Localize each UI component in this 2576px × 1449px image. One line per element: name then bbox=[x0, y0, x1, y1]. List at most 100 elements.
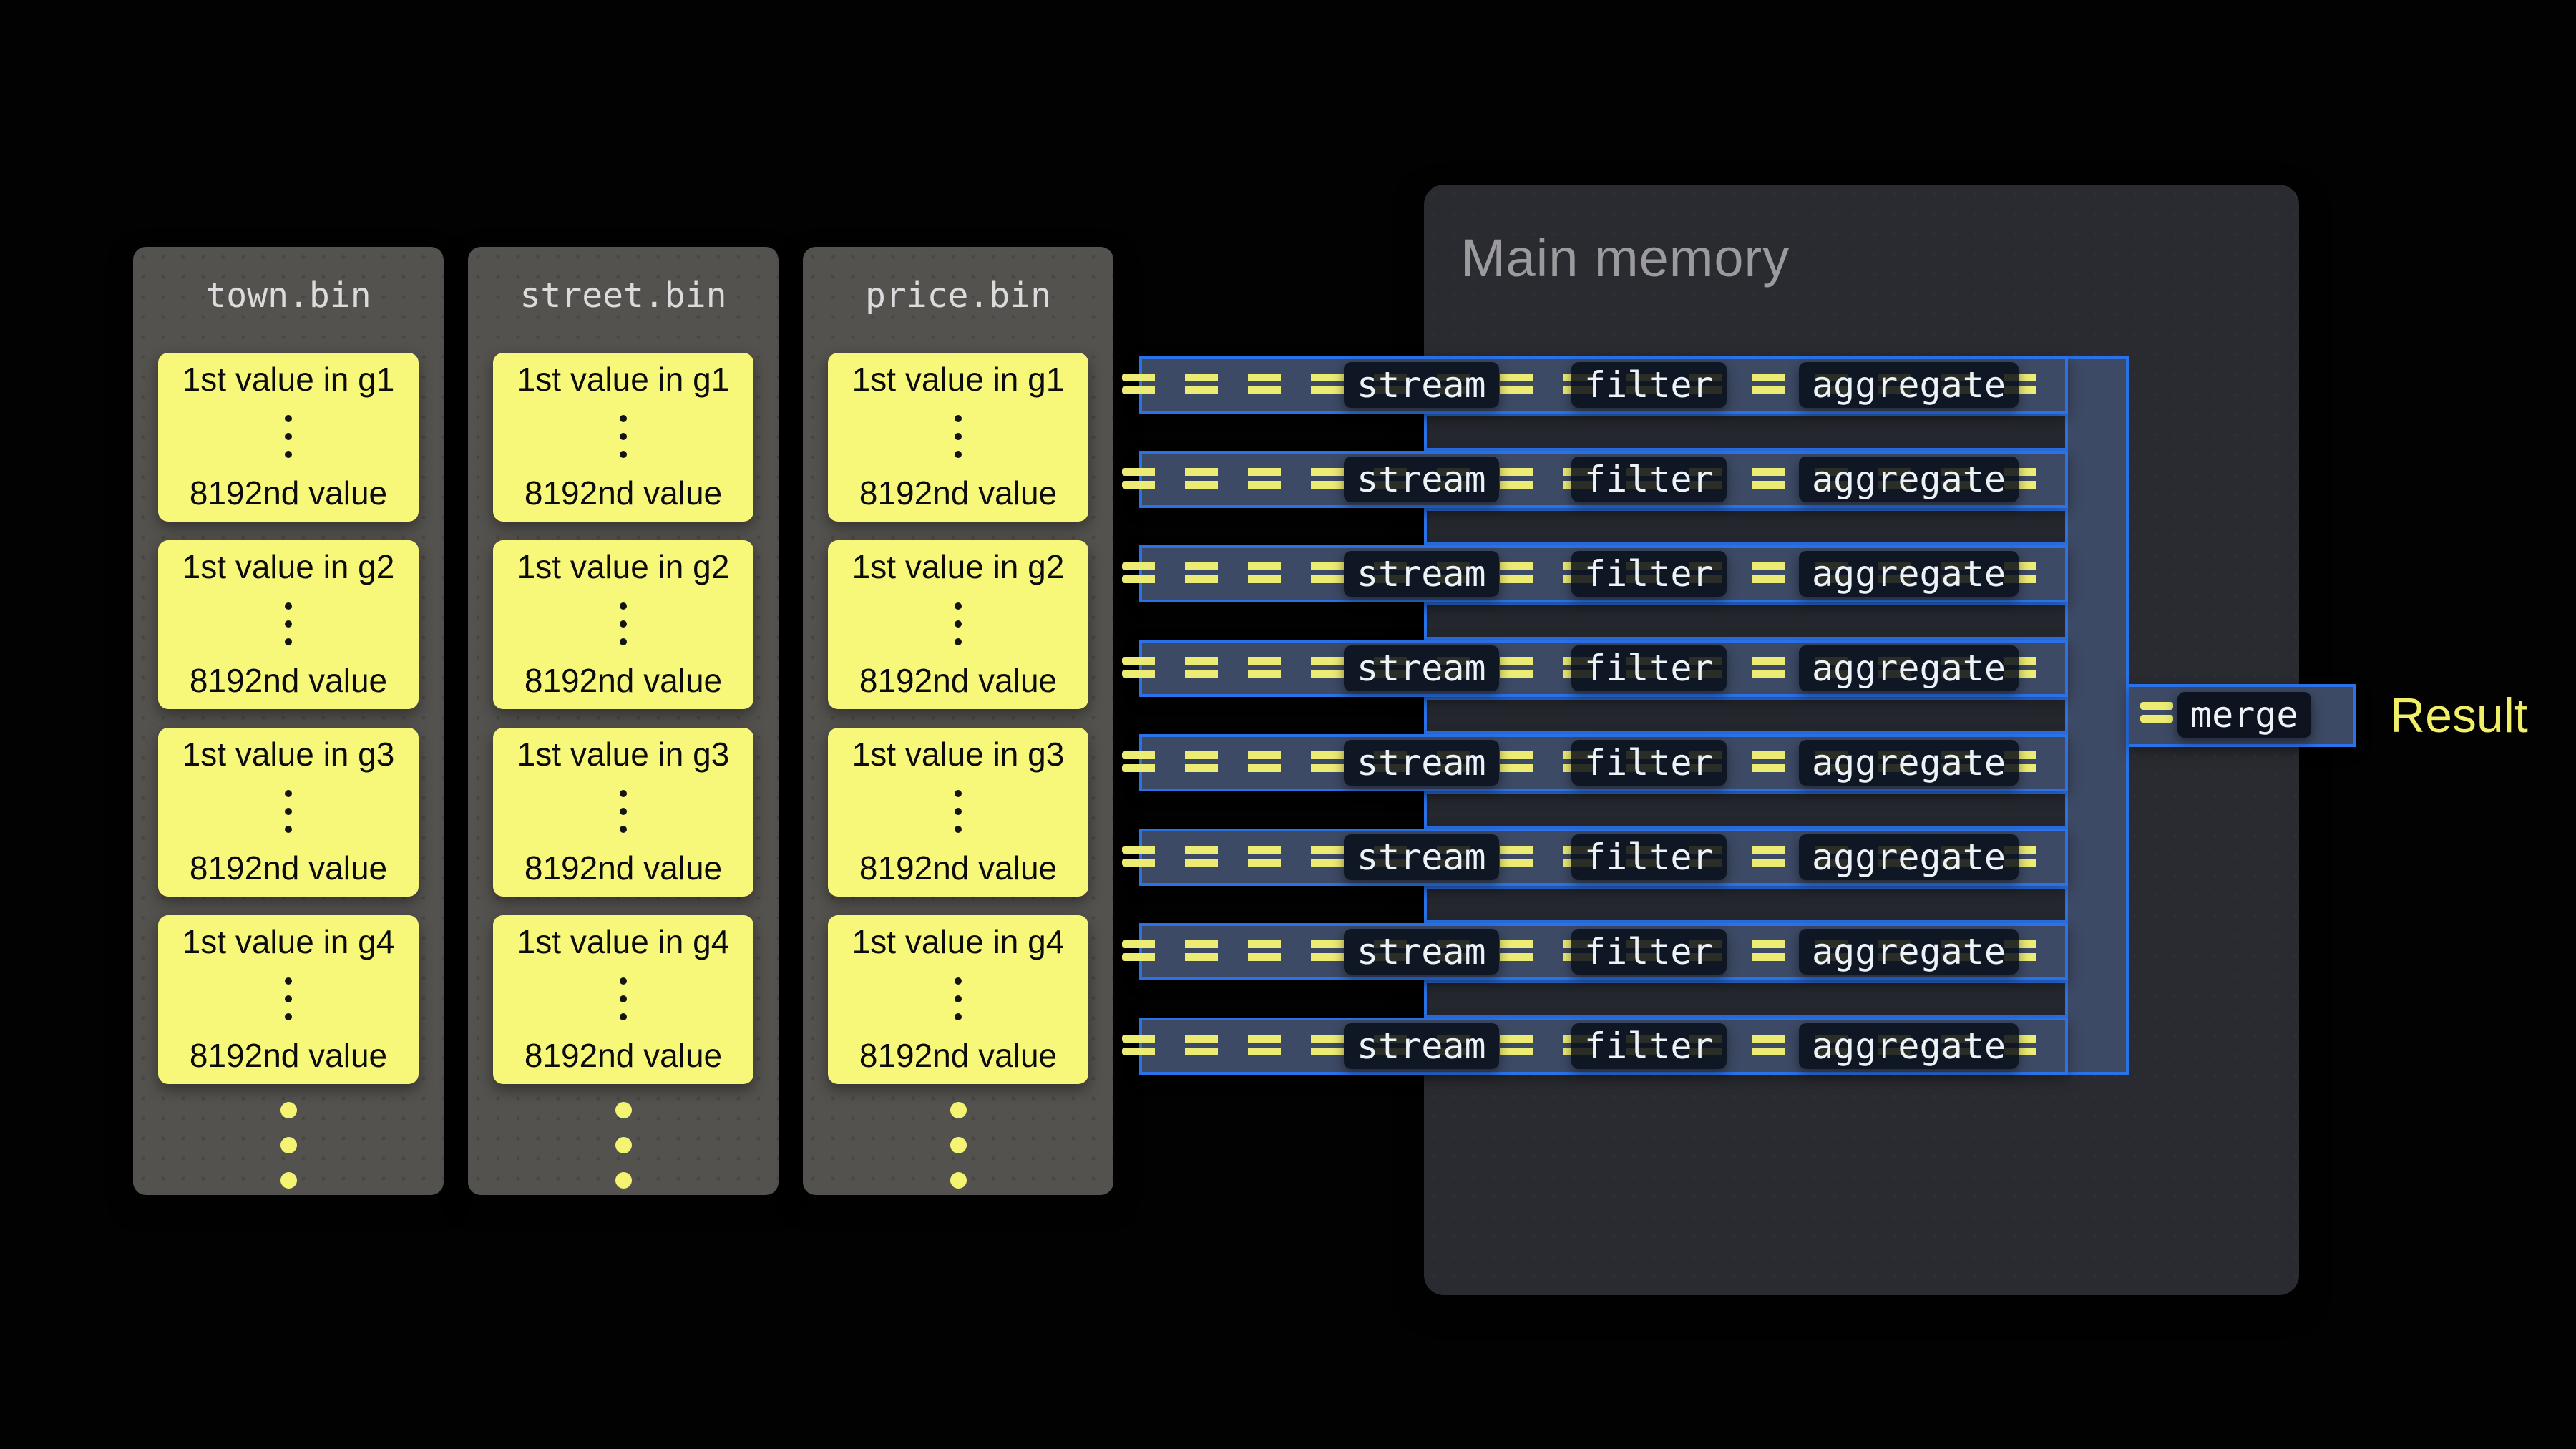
queue-slot bbox=[1424, 886, 2068, 923]
pipeline-lane: stream filter aggregate bbox=[1139, 923, 2068, 980]
file-column-town: town.bin 1st value in g1 8192nd value 1s… bbox=[133, 247, 444, 1195]
ellipsis-dots-icon bbox=[285, 415, 292, 458]
more-groups-dots-icon bbox=[468, 1102, 779, 1189]
result-label: Result bbox=[2390, 684, 2528, 747]
aggregate-operator: aggregate bbox=[1799, 834, 2019, 880]
value-group-list: 1st value in g1 8192nd value 1st value i… bbox=[493, 353, 753, 1084]
value-group-box: 1st value in g4 8192nd value bbox=[493, 915, 753, 1084]
queue-slot bbox=[1424, 980, 2068, 1018]
value-group-box: 1st value in g1 8192nd value bbox=[828, 353, 1088, 522]
ellipsis-dots-icon bbox=[955, 602, 962, 645]
main-memory-title: Main memory bbox=[1461, 228, 1790, 288]
merge-operator: merge bbox=[2177, 692, 2311, 738]
group-last-value-label: 8192nd value bbox=[859, 663, 1057, 699]
stream-operator: stream bbox=[1344, 740, 1499, 786]
stream-operator: stream bbox=[1344, 834, 1499, 880]
file-name-label: price.bin bbox=[803, 247, 1113, 316]
group-last-value-label: 8192nd value bbox=[859, 475, 1057, 512]
group-first-value-label: 1st value in g3 bbox=[182, 736, 395, 773]
group-first-value-label: 1st value in g3 bbox=[517, 736, 730, 773]
file-column-street: street.bin 1st value in g1 8192nd value … bbox=[468, 247, 779, 1195]
group-last-value-label: 8192nd value bbox=[525, 850, 722, 887]
group-last-value-label: 8192nd value bbox=[859, 1038, 1057, 1074]
filter-operator: filter bbox=[1571, 1023, 1727, 1069]
ellipsis-dots-icon bbox=[620, 415, 627, 458]
aggregate-operator: aggregate bbox=[1799, 740, 2019, 786]
pipeline-lane: stream filter aggregate bbox=[1139, 1018, 2068, 1075]
pipeline-lane: stream filter aggregate bbox=[1139, 640, 2068, 697]
filter-operator: filter bbox=[1571, 834, 1727, 880]
aggregate-operator: aggregate bbox=[1799, 551, 2019, 597]
filter-operator: filter bbox=[1571, 929, 1727, 975]
aggregate-operator: aggregate bbox=[1799, 1023, 2019, 1069]
filter-operator: filter bbox=[1571, 740, 1727, 786]
aggregate-operator: aggregate bbox=[1799, 362, 2019, 408]
value-group-box: 1st value in g1 8192nd value bbox=[158, 353, 419, 522]
value-group-box: 1st value in g3 8192nd value bbox=[493, 728, 753, 897]
group-first-value-label: 1st value in g1 bbox=[517, 361, 730, 398]
group-last-value-label: 8192nd value bbox=[859, 850, 1057, 887]
ellipsis-dots-icon bbox=[955, 415, 962, 458]
value-group-box: 1st value in g2 8192nd value bbox=[828, 540, 1088, 709]
group-last-value-label: 8192nd value bbox=[190, 663, 387, 699]
group-first-value-label: 1st value in g4 bbox=[517, 924, 730, 960]
queue-slot bbox=[1424, 508, 2068, 545]
ellipsis-dots-icon bbox=[620, 977, 627, 1020]
value-group-box: 1st value in g1 8192nd value bbox=[493, 353, 753, 522]
merge-lane: merge bbox=[2129, 684, 2356, 747]
group-last-value-label: 8192nd value bbox=[190, 1038, 387, 1074]
group-last-value-label: 8192nd value bbox=[525, 1038, 722, 1074]
queue-slot bbox=[1424, 791, 2068, 829]
group-first-value-label: 1st value in g3 bbox=[852, 736, 1065, 773]
stream-operator: stream bbox=[1344, 645, 1499, 691]
group-last-value-label: 8192nd value bbox=[525, 475, 722, 512]
aggregate-operator: aggregate bbox=[1799, 457, 2019, 502]
value-group-box: 1st value in g3 8192nd value bbox=[158, 728, 419, 897]
pipeline-lane: stream filter aggregate bbox=[1139, 356, 2068, 414]
queue-slot bbox=[1424, 602, 2068, 640]
ellipsis-dots-icon bbox=[285, 977, 292, 1020]
group-first-value-label: 1st value in g4 bbox=[852, 924, 1065, 960]
filter-operator: filter bbox=[1571, 362, 1727, 408]
stream-operator: stream bbox=[1344, 362, 1499, 408]
aggregate-operator: aggregate bbox=[1799, 929, 2019, 975]
ellipsis-dots-icon bbox=[955, 977, 962, 1020]
pipeline-lane: stream filter aggregate bbox=[1139, 451, 2068, 508]
filter-operator: filter bbox=[1571, 551, 1727, 597]
ellipsis-dots-icon bbox=[285, 602, 292, 645]
data-chunk-equals-icon bbox=[2140, 715, 2173, 723]
group-first-value-label: 1st value in g1 bbox=[182, 361, 395, 398]
ellipsis-dots-icon bbox=[620, 790, 627, 833]
data-chunk-equals-icon bbox=[2140, 702, 2173, 710]
group-first-value-label: 1st value in g1 bbox=[852, 361, 1065, 398]
pipeline-diagram: town.bin 1st value in g1 8192nd value 1s… bbox=[0, 0, 2576, 1449]
value-group-list: 1st value in g1 8192nd value 1st value i… bbox=[828, 353, 1088, 1084]
pipeline-lane: stream filter aggregate bbox=[1139, 545, 2068, 602]
group-first-value-label: 1st value in g4 bbox=[182, 924, 395, 960]
pipeline-lane: stream filter aggregate bbox=[1139, 829, 2068, 886]
ellipsis-dots-icon bbox=[620, 602, 627, 645]
value-group-box: 1st value in g4 8192nd value bbox=[828, 915, 1088, 1084]
value-group-box: 1st value in g3 8192nd value bbox=[828, 728, 1088, 897]
queue-slot bbox=[1424, 697, 2068, 734]
filter-operator: filter bbox=[1571, 457, 1727, 502]
stream-operator: stream bbox=[1344, 1023, 1499, 1069]
file-column-price: price.bin 1st value in g1 8192nd value 1… bbox=[803, 247, 1113, 1195]
value-group-list: 1st value in g1 8192nd value 1st value i… bbox=[158, 353, 419, 1084]
group-first-value-label: 1st value in g2 bbox=[517, 549, 730, 585]
value-group-box: 1st value in g2 8192nd value bbox=[158, 540, 419, 709]
value-group-box: 1st value in g4 8192nd value bbox=[158, 915, 419, 1084]
aggregate-operator: aggregate bbox=[1799, 645, 2019, 691]
more-groups-dots-icon bbox=[133, 1102, 444, 1189]
value-group-box: 1st value in g2 8192nd value bbox=[493, 540, 753, 709]
stream-operator: stream bbox=[1344, 457, 1499, 502]
file-name-label: town.bin bbox=[133, 247, 444, 316]
stream-operator: stream bbox=[1344, 551, 1499, 597]
more-groups-dots-icon bbox=[803, 1102, 1113, 1189]
group-first-value-label: 1st value in g2 bbox=[852, 549, 1065, 585]
file-name-label: street.bin bbox=[468, 247, 779, 316]
group-last-value-label: 8192nd value bbox=[525, 663, 722, 699]
stream-operator: stream bbox=[1344, 929, 1499, 975]
filter-operator: filter bbox=[1571, 645, 1727, 691]
group-first-value-label: 1st value in g2 bbox=[182, 549, 395, 585]
